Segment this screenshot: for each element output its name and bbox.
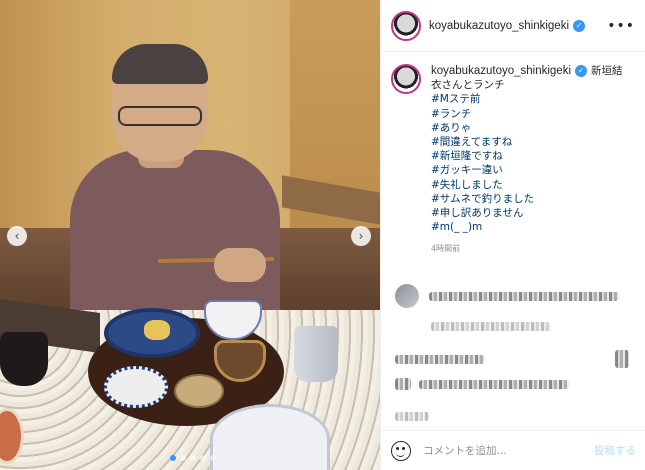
avatar[interactable] (391, 10, 421, 41)
blurred-icon (615, 350, 629, 368)
post-side-panel: koyabukazutoyo_shinkigeki ✓ ••• koyabuka… (380, 0, 645, 470)
glasses (118, 106, 202, 126)
post-comment-button[interactable]: 投稿する (594, 443, 636, 458)
hashtag-link[interactable]: #間違えてますね (431, 135, 623, 149)
teapot (210, 404, 330, 470)
hashtag-link[interactable]: #失礼しました (431, 178, 623, 192)
caption-username[interactable]: koyabukazutoyo_shinkigeki (431, 64, 571, 78)
post-timestamp[interactable]: 4時間前 (431, 242, 623, 256)
caption-body: koyabukazutoyo_shinkigeki ✓ 新垣結 衣さんとランチ … (431, 64, 623, 257)
verified-badge-icon: ✓ (575, 65, 588, 78)
comment-avatar[interactable] (395, 284, 419, 308)
carousel-dot (170, 455, 176, 461)
hashtag-link[interactable]: #m(_ _)m (431, 220, 623, 234)
comment-item (395, 378, 569, 390)
carousel-dots (170, 455, 216, 463)
hashtag-link[interactable]: #ありゃ (431, 121, 623, 135)
caption-avatar[interactable] (391, 64, 421, 94)
comment-meta (395, 412, 429, 421)
comment-footer: コメントを追加... 投稿する (381, 430, 645, 470)
tea-cup (294, 326, 338, 382)
comment-input[interactable]: コメントを追加... (423, 443, 594, 458)
chevron-right-icon: › (358, 229, 364, 243)
emoji-icon[interactable] (391, 440, 411, 461)
blurred-comment-text (419, 379, 569, 389)
hashtag-link[interactable]: #ガッキー違い (431, 163, 623, 177)
carousel-dot (190, 455, 196, 461)
person-hand (214, 248, 266, 282)
more-options-icon[interactable]: ••• (607, 18, 635, 34)
carousel-dot (180, 455, 186, 461)
blurred-comment-text (429, 291, 619, 301)
post-header: koyabukazutoyo_shinkigeki ✓ ••• (381, 0, 645, 52)
carousel-prev-button[interactable]: ‹ (7, 226, 27, 246)
chevron-left-icon: ‹ (14, 229, 20, 243)
verified-badge-icon: ✓ (573, 19, 586, 32)
caption-text: 新垣結 (591, 65, 623, 77)
header-username[interactable]: koyabukazutoyo_shinkigeki (429, 20, 569, 32)
hashtag-link[interactable]: #サムネで釣りました (431, 192, 623, 206)
black-bowl (0, 332, 48, 386)
blurred-comment-text (395, 354, 485, 364)
blurred-avatar (395, 378, 411, 390)
small-plate (104, 366, 168, 408)
hashtag-link[interactable]: #申し訳ありません (431, 206, 623, 220)
carousel-dot (200, 455, 206, 461)
caption: koyabukazutoyo_shinkigeki ✓ 新垣結 衣さんとランチ … (391, 64, 637, 257)
carousel-dot (210, 455, 216, 461)
person-hair (112, 44, 208, 84)
post-photo[interactable]: ‹ › (0, 0, 380, 470)
hashtag-link[interactable]: #新垣隆ですね (431, 149, 623, 163)
carousel-next-button[interactable]: › (351, 226, 371, 246)
hashtag-link[interactable]: #Mステ前 (431, 92, 623, 106)
blurred-comment-meta (431, 322, 551, 331)
blurred-comment-meta (395, 412, 429, 421)
small-dish (174, 374, 224, 408)
comment-item (395, 350, 629, 368)
hashtag-link[interactable]: #ランチ (431, 107, 623, 121)
blue-plate (104, 308, 200, 358)
comment-item (395, 284, 619, 308)
caption-text: 衣さんとランチ (431, 79, 505, 92)
comment-meta (431, 322, 551, 331)
